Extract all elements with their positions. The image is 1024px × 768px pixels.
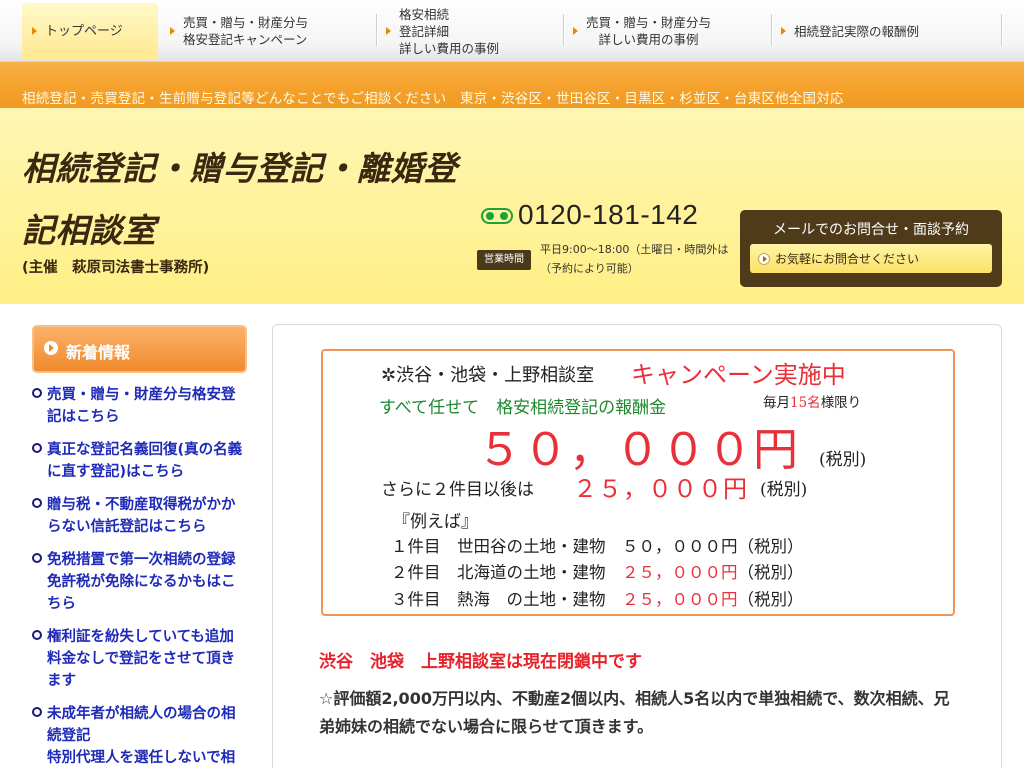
site-header: 相続登記・贈与登記・離婚登記相談室 (主催 萩原司法書士事務所) 0120-18…: [0, 108, 1024, 304]
sidebar: 新着情報 売買・贈与・財産分与格安登記はこちら 真正な登記名義回復(真の名義に直…: [22, 318, 260, 768]
news-item[interactable]: 真正な登記名義回復(真の名義に直す登記)はこちら: [32, 439, 247, 483]
campaign-additional-label: さらに２件目以後は: [381, 480, 534, 500]
mail-contact-box: メールでのお問合せ・面談予約 お気軽にお問合せください: [740, 210, 1002, 287]
nav-item-fee-examples[interactable]: 相続登記実際の報酬例: [771, 0, 1001, 62]
nav-label: 相続登記実際の報酬例: [794, 23, 920, 39]
news-item[interactable]: 未成年者が相続人の場合の相続登記 特別代理人を選任しないで相: [32, 703, 247, 768]
news-item[interactable]: 売買・贈与・財産分与格安登記はこちら: [32, 384, 247, 428]
hours-line2: （予約により可能）: [540, 262, 639, 275]
bullet-icon: [32, 630, 42, 640]
nav-label-line1: 売買・贈与・財産分与: [586, 15, 712, 30]
arrow-right-icon: [781, 27, 786, 35]
news-heading: 新着情報: [32, 325, 247, 373]
example-row-price: ２５，０００円: [622, 563, 738, 582]
campaign-offices: ✲渋谷・池袋・上野相談室: [381, 365, 595, 386]
service-area-strip: 相続登記・売買登記・生前贈与登記等どんなことでもご相談ください 東京・渋谷区・世…: [0, 62, 1024, 108]
example-row-text: ２件目 北海道の土地・建物: [391, 563, 622, 582]
nav-label-line1: 格安相続: [399, 6, 450, 22]
news-heading-label: 新着情報: [66, 343, 131, 362]
business-hours-badge: 営業時間: [477, 250, 531, 270]
conditions-note: ☆評価額2,000万円以内、不動産2個以内、相続人5名以内で単独相続で、数次相続…: [319, 689, 950, 736]
news-link[interactable]: 真正な登記名義回復(真の名義に直す登記)はこちら: [47, 439, 247, 483]
bullet-icon: [32, 388, 42, 398]
news-link[interactable]: 免税措置で第一次相続の登録免許税が免除になるかもはこちら: [47, 549, 247, 615]
bullet-icon: [32, 707, 42, 717]
business-hours-text: 平日9:00〜18:00（土曜日・時間外は （予約により可能）: [540, 240, 728, 278]
arrow-right-icon: [386, 27, 391, 35]
nav-label-line1: 売買・贈与・財産分与: [183, 15, 309, 30]
campaign-price-tax: (税別): [819, 450, 867, 470]
nav-divider: [563, 14, 564, 46]
example-row-tax: （税別）: [737, 537, 804, 556]
site-title[interactable]: 相続登記・贈与登記・離婚登記相談室: [22, 138, 462, 262]
news-item[interactable]: 贈与税・不動産取得税がかからない信託登記はこちら: [32, 494, 247, 538]
bullet-icon: [32, 553, 42, 563]
nav-divider: [376, 14, 377, 46]
campaign-example-row: ３件目 熱海 の土地・建物 ２５，０００円（税別）: [391, 586, 804, 610]
campaign-additional-price: ２５，０００円: [573, 475, 748, 503]
nav-label-line2: 登記詳細: [399, 23, 450, 39]
example-row-price: ５０，０００円: [622, 537, 738, 556]
nav-item-sale-campaign[interactable]: 売買・贈与・財産分与 格安登記キャンペーン: [160, 0, 374, 62]
nav-divider: [1001, 14, 1002, 46]
news-link[interactable]: 贈与税・不動産取得税がかからない信託登記はこちら: [47, 494, 247, 538]
arrow-right-icon: [573, 27, 578, 35]
arrow-right-icon: [32, 27, 37, 35]
arrow-circle-icon: [44, 341, 58, 355]
nav-label-line2: 詳しい費用の事例: [598, 32, 699, 47]
campaign-limit: 毎月15名様限り: [763, 391, 861, 411]
global-nav: トップページ 売買・贈与・財産分与 格安登記キャンペーン 格安相続 登記詳細 詳…: [0, 0, 1024, 62]
campaign-limit-pre: 毎月: [763, 395, 790, 411]
example-row-price: ２５，０００円: [622, 590, 738, 609]
nav-label-line2: 格安登記キャンペーン: [183, 32, 308, 47]
nav-end: [1001, 0, 1003, 62]
closed-notice: 渋谷 池袋 上野相談室は現在閉鎖中です: [319, 652, 642, 672]
nav-item-inheritance-details[interactable]: 格安相続 登記詳細 詳しい費用の事例: [376, 0, 562, 62]
campaign-limit-post: 様限り: [820, 395, 862, 411]
arrow-right-icon: [170, 27, 175, 35]
campaign-additional-tax: (税別): [760, 480, 808, 500]
contact-button-label: お気軽にお問合せください: [775, 252, 920, 266]
campaign-box: ✲渋谷・池袋・上野相談室 キャンペーン実施中 すべて任せて 格安相続登記の報酬金…: [321, 349, 955, 616]
site-subtitle: (主催 萩原司法書士事務所): [22, 260, 210, 276]
contact-button[interactable]: お気軽にお問合せください: [750, 244, 992, 273]
bullet-icon: [32, 498, 42, 508]
example-row-tax: （税別）: [737, 563, 804, 582]
news-item[interactable]: 免税措置で第一次相続の登録免許税が免除になるかもはこちら: [32, 549, 247, 615]
news-link[interactable]: 未成年者が相続人の場合の相続登記 特別代理人を選任しないで相: [47, 703, 247, 768]
example-row-text: １件目 世田谷の土地・建物: [391, 537, 622, 556]
nav-item-top-page[interactable]: トップページ: [22, 3, 158, 59]
news-link[interactable]: 売買・贈与・財産分与格安登記はこちら: [47, 384, 247, 428]
bullet-icon: [32, 443, 42, 453]
hours-line1: 平日9:00〜18:00（土曜日・時間外は: [540, 243, 729, 256]
main-content: ✲渋谷・池袋・上野相談室 キャンペーン実施中 すべて任せて 格安相続登記の報酬金…: [272, 324, 1002, 768]
mail-contact-title: メールでのお問合せ・面談予約: [773, 222, 969, 238]
nav-item-sale-fee-examples[interactable]: 売買・贈与・財産分与 詳しい費用の事例: [563, 0, 770, 62]
news-link[interactable]: 権利証を紛失していても追加料金なしで登記をさせて頂きます: [47, 626, 247, 692]
campaign-headline: キャンペーン実施中: [631, 361, 846, 389]
nav-label: トップページ: [45, 23, 123, 39]
nav-label-line3: 詳しい費用の事例: [399, 40, 500, 56]
service-area-text: 相続登記・売買登記・生前贈与登記等どんなことでもご相談ください 東京・渋谷区・世…: [22, 91, 844, 107]
arrow-circle-icon: [758, 252, 770, 265]
campaign-limit-number: 15名: [790, 395, 821, 411]
nav-divider: [771, 14, 772, 46]
news-item[interactable]: 権利証を紛失していても追加料金なしで登記をさせて頂きます: [32, 626, 247, 692]
example-row-tax: （税別）: [737, 590, 804, 609]
campaign-example-row: ２件目 北海道の土地・建物 ２５，０００円（税別）: [391, 559, 804, 583]
campaign-example-row: １件目 世田谷の土地・建物 ５０，０００円（税別）: [391, 533, 804, 557]
example-row-text: ３件目 熱海 の土地・建物: [391, 590, 622, 609]
phone-number[interactable]: 0120-181-142: [518, 199, 698, 231]
free-dial-icon: [481, 208, 513, 224]
campaign-example-heading: 『例えば』: [393, 512, 478, 532]
